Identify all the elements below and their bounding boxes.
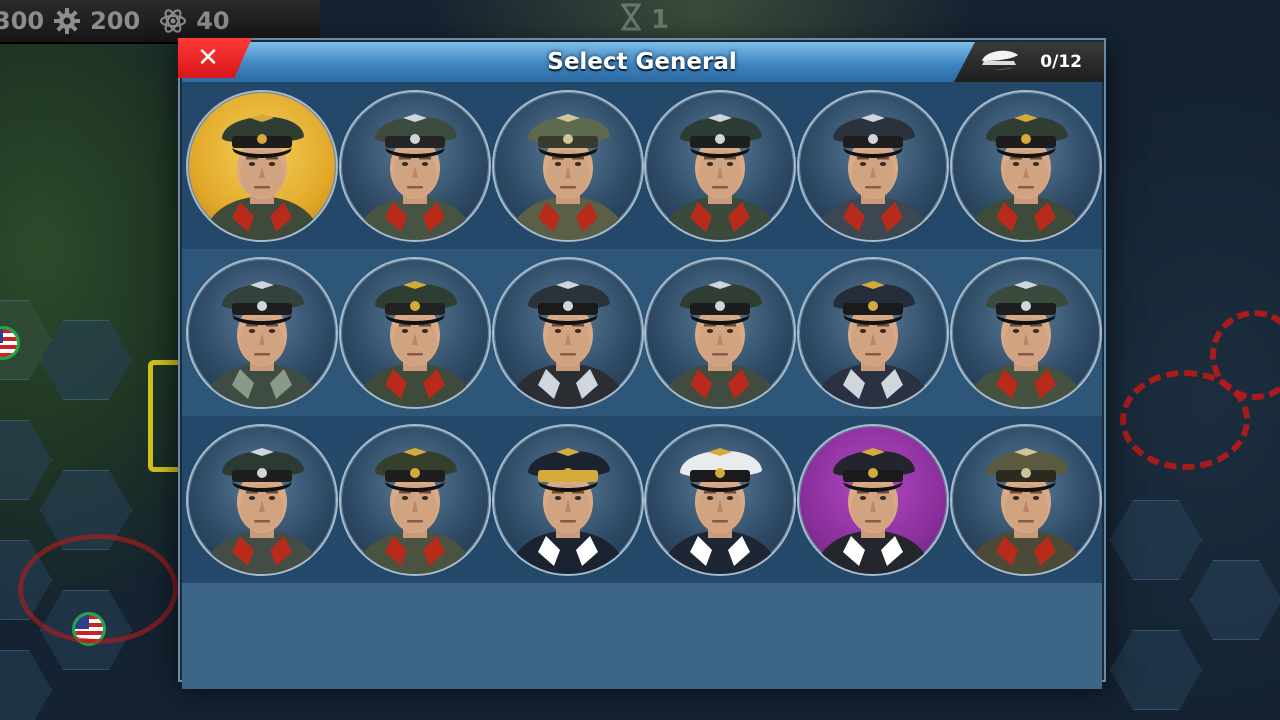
general-slot bbox=[339, 91, 492, 241]
atom-resource-value: 40 bbox=[196, 7, 230, 35]
general-slot bbox=[491, 425, 644, 575]
map-hex-tile bbox=[40, 320, 132, 400]
general-count-box: 0/12 bbox=[954, 42, 1104, 82]
map-hex-tile bbox=[1110, 630, 1202, 710]
general-slot bbox=[186, 258, 339, 408]
general-portrait-16[interactable] bbox=[646, 425, 795, 574]
generals-row bbox=[182, 249, 1102, 416]
general-slot bbox=[644, 258, 797, 408]
general-count: 0/12 bbox=[1040, 52, 1082, 72]
map-hex-tile bbox=[1110, 500, 1202, 580]
general-slot bbox=[797, 258, 950, 408]
hourglass-icon bbox=[620, 3, 642, 38]
map-hex-tile bbox=[1190, 560, 1280, 640]
general-slot bbox=[949, 425, 1102, 575]
general-slot bbox=[491, 258, 644, 408]
general-slot bbox=[491, 91, 644, 241]
general-portrait-6[interactable] bbox=[951, 91, 1100, 240]
generals-grid bbox=[182, 82, 1102, 689]
general-slot bbox=[339, 425, 492, 575]
turn-value: 1 bbox=[650, 5, 670, 35]
general-portrait-15[interactable] bbox=[493, 425, 642, 574]
general-portrait-12[interactable] bbox=[951, 258, 1100, 407]
general-portrait-5[interactable] bbox=[799, 91, 948, 240]
general-slot bbox=[949, 91, 1102, 241]
select-general-dialog: Select General ✕ 0/12 bbox=[178, 38, 1104, 689]
general-slot bbox=[644, 425, 797, 575]
atom-icon bbox=[158, 6, 188, 36]
resource-bar: 300 200 40 bbox=[0, 0, 320, 44]
general-portrait-1[interactable] bbox=[188, 91, 337, 240]
general-portrait-18[interactable] bbox=[951, 425, 1100, 574]
generals-row bbox=[182, 82, 1102, 249]
general-portrait-4[interactable] bbox=[646, 91, 795, 240]
enemy-zone-ring bbox=[18, 534, 178, 644]
gear-resource-value: 200 bbox=[90, 7, 141, 35]
empty-slot-area bbox=[182, 583, 1102, 689]
map-hex-tile bbox=[0, 650, 52, 720]
general-slot bbox=[949, 258, 1102, 408]
general-slot bbox=[797, 425, 950, 575]
general-portrait-7[interactable] bbox=[188, 258, 337, 407]
turn-counter: 1 bbox=[590, 2, 700, 38]
general-portrait-9[interactable] bbox=[493, 258, 642, 407]
general-portrait-13[interactable] bbox=[188, 425, 337, 574]
officer-cap-icon bbox=[978, 47, 1022, 77]
close-icon: ✕ bbox=[197, 43, 219, 73]
map-hex-tile bbox=[0, 420, 52, 500]
general-slot bbox=[644, 91, 797, 241]
general-portrait-11[interactable] bbox=[799, 258, 948, 407]
generals-row bbox=[182, 416, 1102, 583]
general-slot bbox=[797, 91, 950, 241]
general-portrait-10[interactable] bbox=[646, 258, 795, 407]
general-portrait-17[interactable] bbox=[799, 425, 948, 574]
resource-value-partial: 300 bbox=[0, 7, 45, 35]
general-portrait-2[interactable] bbox=[341, 91, 489, 240]
general-portrait-14[interactable] bbox=[341, 425, 489, 574]
general-slot bbox=[186, 91, 339, 241]
gear-icon bbox=[52, 6, 82, 36]
general-slot bbox=[339, 258, 492, 408]
general-portrait-3[interactable] bbox=[493, 91, 642, 240]
general-slot bbox=[186, 425, 339, 575]
general-portrait-8[interactable] bbox=[341, 258, 489, 407]
